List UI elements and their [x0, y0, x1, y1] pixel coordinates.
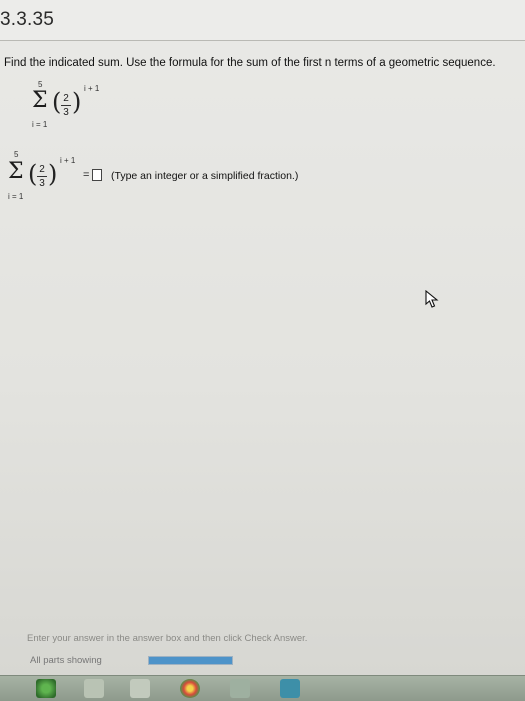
start-button-icon[interactable]: [36, 679, 56, 698]
equals-sign: =: [83, 169, 90, 181]
parts-progress-bar: [148, 656, 233, 665]
taskbar: [0, 675, 525, 701]
exponent: i + 1: [84, 84, 100, 93]
taskbar-app-icon[interactable]: [280, 679, 300, 698]
lower-limit: i = 1: [8, 192, 24, 201]
fraction-bar: [37, 176, 47, 177]
fraction-denominator: 3: [63, 107, 69, 118]
taskbar-app-icon[interactable]: [84, 679, 104, 698]
instruction-text: Find the indicated sum. Use the formula …: [4, 57, 496, 69]
browser-icon[interactable]: [180, 679, 200, 698]
fraction-bar: [61, 105, 71, 106]
fraction-denominator: 3: [39, 178, 45, 189]
header-bar: 3.3.35: [0, 0, 525, 41]
sigma-symbol: Σ: [32, 88, 48, 113]
taskbar-app-icon[interactable]: [130, 679, 150, 698]
upper-limit: 5: [14, 150, 19, 159]
right-paren: ): [48, 160, 58, 188]
answer-input[interactable]: [92, 169, 102, 181]
footer-instruction: Enter your answer in the answer box and …: [27, 633, 308, 644]
taskbar-app-icon[interactable]: [230, 679, 250, 698]
summation-expression: 5 Σ i = 1 ( 2 3 ) i + 1: [30, 80, 120, 130]
parts-showing-label: All parts showing: [30, 655, 102, 666]
problem-number: 3.3.35: [0, 9, 55, 30]
fraction: 2 3: [61, 93, 71, 118]
exponent: i + 1: [60, 156, 76, 165]
right-paren: ): [72, 88, 82, 116]
lower-limit: i = 1: [32, 120, 48, 129]
left-paren: (: [52, 88, 62, 116]
answer-format-hint: (Type an integer or a simplified fractio…: [111, 170, 299, 182]
left-paren: (: [28, 160, 38, 188]
fraction-numerator: 2: [39, 164, 45, 175]
fraction-numerator: 2: [63, 93, 69, 104]
sigma-symbol: Σ: [8, 159, 24, 184]
mouse-pointer-icon: [425, 290, 439, 308]
progress-fill: [149, 657, 232, 664]
fraction: 2 3: [37, 164, 47, 189]
